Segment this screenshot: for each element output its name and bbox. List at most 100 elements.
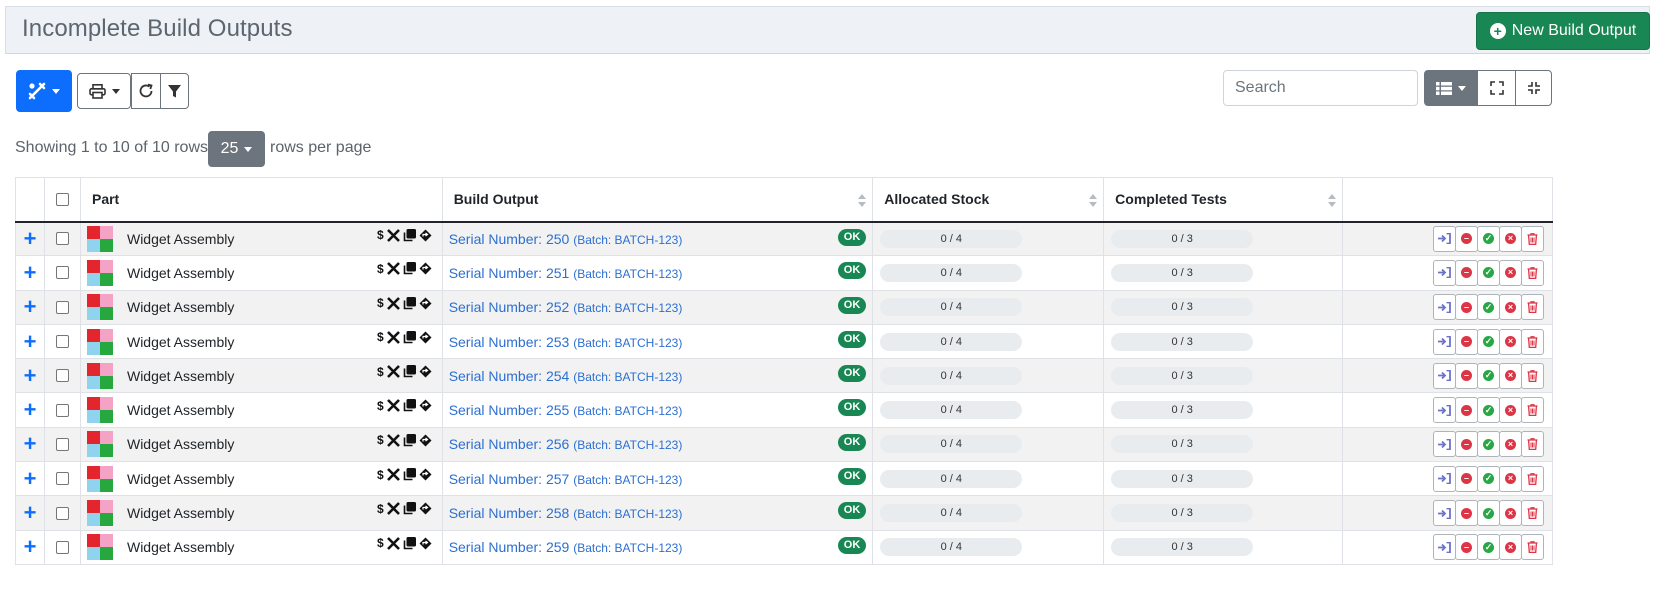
- part-column-header[interactable]: Part: [79, 177, 443, 223]
- allocate-button[interactable]: [1433, 259, 1456, 286]
- row-checkbox[interactable]: [55, 266, 69, 280]
- row-checkbox[interactable]: [55, 335, 69, 349]
- build-output-link[interactable]: Serial Number: 256 (Batch: BATCH-123): [449, 436, 683, 452]
- expand-all-button[interactable]: [1477, 70, 1516, 106]
- allocate-button[interactable]: [1433, 362, 1456, 389]
- build-output-link[interactable]: Serial Number: 258 (Batch: BATCH-123): [449, 505, 683, 521]
- allocate-button[interactable]: [1433, 431, 1456, 458]
- part-link[interactable]: Widget Assembly: [127, 471, 234, 487]
- delete-button[interactable]: [1521, 328, 1544, 355]
- scrap-button[interactable]: ×: [1499, 500, 1522, 527]
- complete-button[interactable]: ✓: [1477, 225, 1500, 252]
- build-output-link[interactable]: Serial Number: 253 (Batch: BATCH-123): [449, 334, 683, 350]
- completed-tests-column-header[interactable]: Completed Tests: [1103, 177, 1344, 223]
- scrap-button[interactable]: ×: [1499, 294, 1522, 321]
- delete-button[interactable]: [1521, 500, 1544, 527]
- part-link[interactable]: Widget Assembly: [127, 265, 234, 281]
- complete-button[interactable]: ✓: [1477, 431, 1500, 458]
- expand-row-icon[interactable]: +: [16, 536, 44, 558]
- expand-row-icon[interactable]: +: [16, 296, 44, 318]
- part-link[interactable]: Widget Assembly: [127, 368, 234, 384]
- deallocate-button[interactable]: –: [1455, 362, 1478, 389]
- row-checkbox[interactable]: [55, 472, 69, 486]
- scrap-button[interactable]: ×: [1499, 328, 1522, 355]
- row-checkbox[interactable]: [55, 437, 69, 451]
- complete-button[interactable]: ✓: [1477, 397, 1500, 424]
- build-output-link[interactable]: Serial Number: 255 (Batch: BATCH-123): [449, 402, 683, 418]
- new-build-output-button[interactable]: + New Build Output: [1476, 12, 1650, 50]
- part-link[interactable]: Widget Assembly: [127, 402, 234, 418]
- deallocate-button[interactable]: –: [1455, 397, 1478, 424]
- part-link[interactable]: Widget Assembly: [127, 334, 234, 350]
- complete-button[interactable]: ✓: [1477, 465, 1500, 492]
- build-output-link[interactable]: Serial Number: 251 (Batch: BATCH-123): [449, 265, 683, 281]
- build-output-link[interactable]: Serial Number: 252 (Batch: BATCH-123): [449, 299, 683, 315]
- expand-row-icon[interactable]: +: [16, 227, 44, 250]
- delete-button[interactable]: [1521, 259, 1544, 286]
- build-output-link[interactable]: Serial Number: 259 (Batch: BATCH-123): [449, 539, 683, 555]
- allocate-button[interactable]: [1433, 465, 1456, 492]
- complete-button[interactable]: ✓: [1477, 294, 1500, 321]
- expand-row-icon[interactable]: +: [16, 502, 44, 524]
- complete-button[interactable]: ✓: [1477, 259, 1500, 286]
- row-checkbox[interactable]: [55, 232, 69, 246]
- expand-row-icon[interactable]: +: [16, 433, 44, 455]
- delete-button[interactable]: [1521, 431, 1544, 458]
- expand-row-icon[interactable]: +: [16, 467, 44, 490]
- print-menu-button[interactable]: [77, 73, 131, 109]
- select-all-checkbox[interactable]: [55, 192, 69, 206]
- row-checkbox[interactable]: [55, 300, 69, 314]
- deallocate-button[interactable]: –: [1455, 259, 1478, 286]
- part-link[interactable]: Widget Assembly: [127, 231, 234, 247]
- deallocate-button[interactable]: –: [1455, 465, 1478, 492]
- part-link[interactable]: Widget Assembly: [127, 299, 234, 315]
- deallocate-button[interactable]: –: [1455, 328, 1478, 355]
- deallocate-button[interactable]: –: [1455, 431, 1478, 458]
- search-input[interactable]: [1223, 70, 1418, 106]
- delete-button[interactable]: [1521, 294, 1544, 321]
- scrap-button[interactable]: ×: [1499, 534, 1522, 561]
- page-size-select[interactable]: 25: [208, 131, 265, 167]
- delete-button[interactable]: [1521, 397, 1544, 424]
- deallocate-button[interactable]: –: [1455, 534, 1478, 561]
- scrap-button[interactable]: ×: [1499, 362, 1522, 389]
- expand-row-icon[interactable]: +: [16, 261, 44, 284]
- filter-button[interactable]: [160, 73, 189, 109]
- allocate-button[interactable]: [1433, 397, 1456, 424]
- part-link[interactable]: Widget Assembly: [127, 539, 234, 555]
- build-output-column-header[interactable]: Build Output: [441, 177, 874, 223]
- scrap-button[interactable]: ×: [1499, 259, 1522, 286]
- scrap-button[interactable]: ×: [1499, 225, 1522, 252]
- complete-button[interactable]: ✓: [1477, 534, 1500, 561]
- build-output-link[interactable]: Serial Number: 250 (Batch: BATCH-123): [449, 231, 683, 247]
- deallocate-button[interactable]: –: [1455, 500, 1478, 527]
- delete-button[interactable]: [1521, 362, 1544, 389]
- delete-button[interactable]: [1521, 534, 1544, 561]
- row-checkbox[interactable]: [55, 540, 69, 554]
- refresh-button[interactable]: [131, 73, 161, 109]
- deallocate-button[interactable]: –: [1455, 225, 1478, 252]
- row-checkbox[interactable]: [55, 369, 69, 383]
- complete-button[interactable]: ✓: [1477, 328, 1500, 355]
- expand-row-icon[interactable]: +: [16, 399, 44, 421]
- allocate-button[interactable]: [1433, 225, 1456, 252]
- allocate-button[interactable]: [1433, 534, 1456, 561]
- collapse-all-button[interactable]: [1515, 70, 1552, 106]
- expand-row-icon[interactable]: +: [16, 364, 44, 387]
- build-output-link[interactable]: Serial Number: 254 (Batch: BATCH-123): [449, 368, 683, 384]
- row-checkbox[interactable]: [55, 403, 69, 417]
- part-link[interactable]: Widget Assembly: [127, 436, 234, 452]
- complete-button[interactable]: ✓: [1477, 362, 1500, 389]
- scrap-button[interactable]: ×: [1499, 431, 1522, 458]
- scrap-button[interactable]: ×: [1499, 465, 1522, 492]
- allocated-stock-column-header[interactable]: Allocated Stock: [872, 177, 1105, 223]
- allocate-button[interactable]: [1433, 500, 1456, 527]
- scrap-button[interactable]: ×: [1499, 397, 1522, 424]
- expand-row-icon[interactable]: +: [16, 330, 44, 353]
- allocate-button[interactable]: [1433, 294, 1456, 321]
- row-checkbox[interactable]: [55, 506, 69, 520]
- part-link[interactable]: Widget Assembly: [127, 505, 234, 521]
- allocate-button[interactable]: [1433, 328, 1456, 355]
- column-view-menu-button[interactable]: [1424, 70, 1478, 106]
- build-output-link[interactable]: Serial Number: 257 (Batch: BATCH-123): [449, 471, 683, 487]
